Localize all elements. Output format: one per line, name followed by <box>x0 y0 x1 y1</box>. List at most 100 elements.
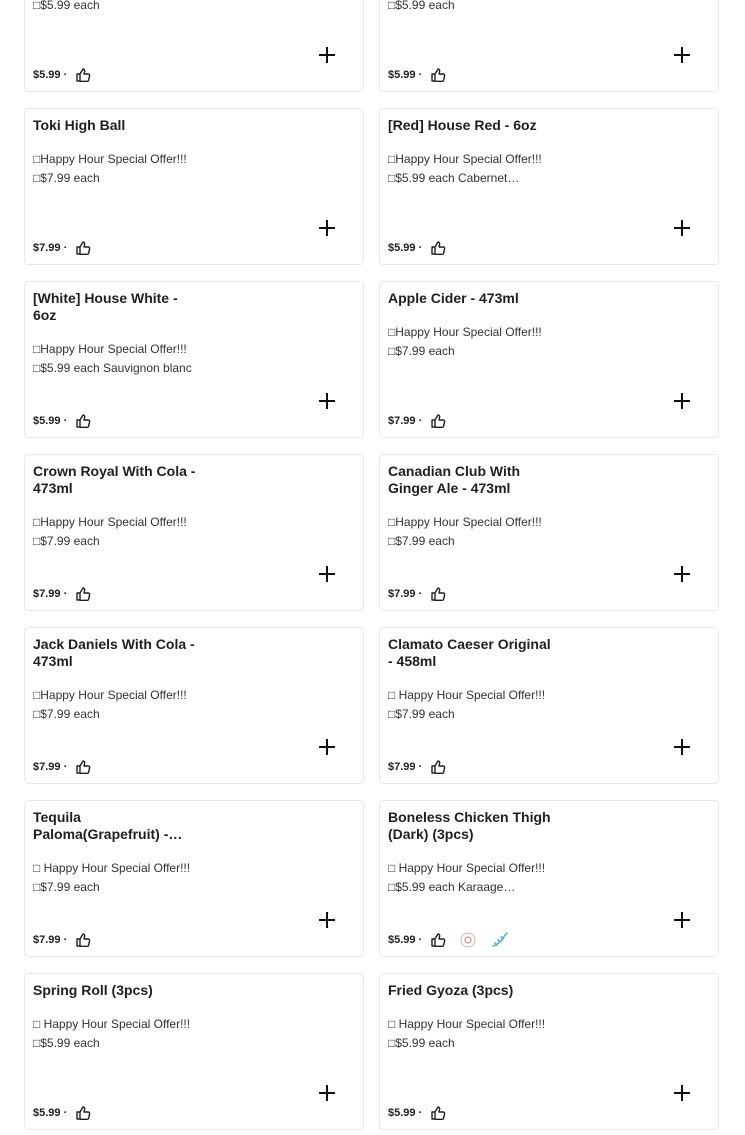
thumbs-up-icon[interactable] <box>430 1105 446 1121</box>
menu-item-card[interactable]: [Red] House Red - 6oz □Happy Hour Special… <box>379 108 719 265</box>
menu-item-price: $5.99 · <box>388 69 423 81</box>
add-to-cart-button[interactable] <box>672 46 692 67</box>
menu-item-description-line: □$7.99 each <box>33 707 100 721</box>
menu-item-description-line: □Happy Hour Special Offer!!! <box>388 325 542 339</box>
menu-item-footer: $7.99 · <box>388 413 446 429</box>
add-to-cart-button[interactable] <box>672 1083 692 1108</box>
menu-item-description: □Happy Hour Special Offer!!! □$7.99 each <box>33 686 233 724</box>
menu-item-description: □Happy Hour Special Offer!!! □$7.99 each <box>33 150 233 188</box>
menu-item-card[interactable]: Spring Roll (3pcs) □ Happy Hour Special O… <box>24 973 364 1130</box>
menu-item-description-line: □Happy Hour Special Offer!!! <box>33 688 187 702</box>
menu-item-description-line: □Happy Hour Special Offer!!! <box>33 342 187 356</box>
thumbs-up-icon[interactable] <box>430 67 446 83</box>
plus-icon <box>317 391 337 416</box>
add-to-cart-button[interactable] <box>317 911 337 932</box>
menu-item-description-line: □$7.99 each <box>33 534 100 548</box>
allergen-icon <box>458 930 478 950</box>
menu-item-card[interactable]: Tequila Paloma(Grapefruit) -… □ Happy Hou… <box>24 800 364 957</box>
menu-item-description-line: □$7.99 each <box>33 880 100 894</box>
menu-item-price: $5.99 · <box>388 242 423 254</box>
menu-item-description: □ Happy Hour Special Offer!!! □$5.99 each… <box>388 859 588 897</box>
menu-item-price: $5.99 · <box>33 69 68 81</box>
menu-item-description: □ Happy Hour Special Offer!!! □$7.99 each <box>388 686 588 724</box>
plus-icon <box>672 1083 692 1108</box>
menu-item-footer: $5.99 · <box>388 240 446 256</box>
menu-item-card[interactable]: □Happy Hour Special Offer!!!□$5.99 each $… <box>379 0 719 92</box>
plus-icon <box>672 910 692 935</box>
menu-item-footer: $5.99 · <box>33 1105 91 1121</box>
add-to-cart-button[interactable] <box>317 391 337 416</box>
add-to-cart-button[interactable] <box>672 219 692 240</box>
plus-icon <box>672 564 692 589</box>
menu-item-footer: $5.99 · <box>388 67 446 83</box>
menu-item-card[interactable]: Toki High Ball □Happy Hour Special Offer!… <box>24 108 364 265</box>
menu-item-price: $5.99 · <box>33 1107 68 1119</box>
menu-item-description-line: □$7.99 each <box>388 534 455 548</box>
menu-item-price: $7.99 · <box>33 588 68 600</box>
menu-item-card[interactable]: Clamato Caeser Original - 458ml □ Happy H… <box>379 627 719 784</box>
thumbs-up-icon[interactable] <box>75 67 91 83</box>
menu-item-card[interactable]: □Happy Hour Special Offer!!!□$5.99 each $… <box>24 0 364 92</box>
thumbs-up-icon[interactable] <box>430 759 446 775</box>
add-to-cart-button[interactable] <box>317 1084 337 1105</box>
menu-item-footer: $7.99 · <box>33 586 91 602</box>
add-to-cart-button[interactable] <box>672 910 692 935</box>
menu-item-description: □Happy Hour Special Offer!!!□$5.99 each <box>33 0 233 15</box>
menu-item-footer: $5.99 · <box>33 67 91 83</box>
menu-item-footer: $7.99 · <box>388 586 446 602</box>
menu-item-price: $7.99 · <box>388 761 423 773</box>
menu-item-card[interactable]: Jack Daniels With Cola - 473ml □Happy Hou… <box>24 627 364 784</box>
menu-item-description-line: □$5.99 each Cabernet… <box>388 171 520 185</box>
menu-item-price: $5.99 · <box>388 934 423 946</box>
thumbs-up-icon[interactable] <box>75 932 91 948</box>
menu-item-description-line: □Happy Hour Special Offer!!! <box>33 515 187 529</box>
menu-item-description-line: □$7.99 each <box>33 171 100 185</box>
menu-items-grid: □Happy Hour Special Offer!!!□$5.99 each$… <box>0 0 745 1135</box>
menu-item-description: □Happy Hour Special Offer!!! □$5.99 each … <box>33 340 233 378</box>
thumbs-up-icon[interactable] <box>430 932 446 948</box>
thumbs-up-icon[interactable] <box>75 240 91 256</box>
menu-item-description-line: □Happy Hour Special Offer!!! <box>33 152 187 166</box>
menu-item-description-line: □$5.99 each Karaage… <box>388 880 516 894</box>
menu-item-description: □ Happy Hour Special Offer!!! □$7.99 each <box>33 859 233 897</box>
menu-item-card[interactable]: Crown Royal With Cola - 473ml □Happy Hour… <box>24 454 364 611</box>
thumbs-up-icon[interactable] <box>430 586 446 602</box>
menu-item-description: □Happy Hour Special Offer!!! □$5.99 each … <box>388 150 588 188</box>
thumbs-up-icon[interactable] <box>430 240 446 256</box>
menu-item-price: $5.99 · <box>33 415 68 427</box>
add-to-cart-button[interactable] <box>317 45 337 70</box>
plus-icon <box>672 737 692 762</box>
plus-icon <box>317 45 337 70</box>
thumbs-up-icon[interactable] <box>430 413 446 429</box>
menu-item-card[interactable]: Canadian Club With Ginger Ale - 473ml □Ha… <box>379 454 719 611</box>
thumbs-up-icon[interactable] <box>75 413 91 429</box>
menu-item-description-line: □$5.99 each <box>388 1036 455 1050</box>
thumbs-up-icon[interactable] <box>75 1105 91 1121</box>
add-to-cart-button[interactable] <box>672 737 692 762</box>
menu-item-title: Toki High Ball <box>33 117 126 133</box>
thumbs-up-icon[interactable] <box>75 586 91 602</box>
menu-item-title: Spring Roll (3pcs) <box>33 982 153 998</box>
add-to-cart-button[interactable] <box>317 219 337 240</box>
menu-item-card[interactable]: Apple Cider - 473ml □Happy Hour Special O… <box>379 281 719 438</box>
plus-icon <box>317 737 337 762</box>
menu-item-description: □Happy Hour Special Offer!!! □$7.99 each <box>388 513 588 551</box>
add-to-cart-button[interactable] <box>317 565 337 586</box>
thumbs-up-icon[interactable] <box>75 759 91 775</box>
menu-item-description-line: □Happy Hour Special Offer!!! <box>388 152 542 166</box>
menu-item-price: $7.99 · <box>33 934 68 946</box>
menu-item-title: Fried Gyoza (3pcs) <box>388 982 514 998</box>
add-to-cart-button[interactable] <box>672 564 692 589</box>
menu-item-title: Boneless Chicken Thigh (Dark) (3pcs) <box>388 809 551 842</box>
add-to-cart-button[interactable] <box>672 392 692 413</box>
add-to-cart-button[interactable] <box>317 737 337 762</box>
menu-item-card[interactable]: [White] House White - 6oz □Happy Hour Spe… <box>24 281 364 438</box>
menu-item-description: □Happy Hour Special Offer!!! □$7.99 each <box>33 513 233 551</box>
menu-item-card[interactable]: Fried Gyoza (3pcs) □ Happy Hour Special O… <box>379 973 719 1130</box>
menu-item-card[interactable]: Boneless Chicken Thigh (Dark) (3pcs) □ Ha… <box>379 800 719 957</box>
menu-item-footer: $7.99 · <box>33 240 91 256</box>
menu-item-footer: $5.99 · <box>388 932 510 948</box>
menu-item-description: □ Happy Hour Special Offer!!! □$5.99 each <box>33 1015 233 1053</box>
menu-item-footer: $7.99 · <box>33 932 91 948</box>
menu-item-description-line: □Happy Hour Special Offer!!! <box>388 515 542 529</box>
